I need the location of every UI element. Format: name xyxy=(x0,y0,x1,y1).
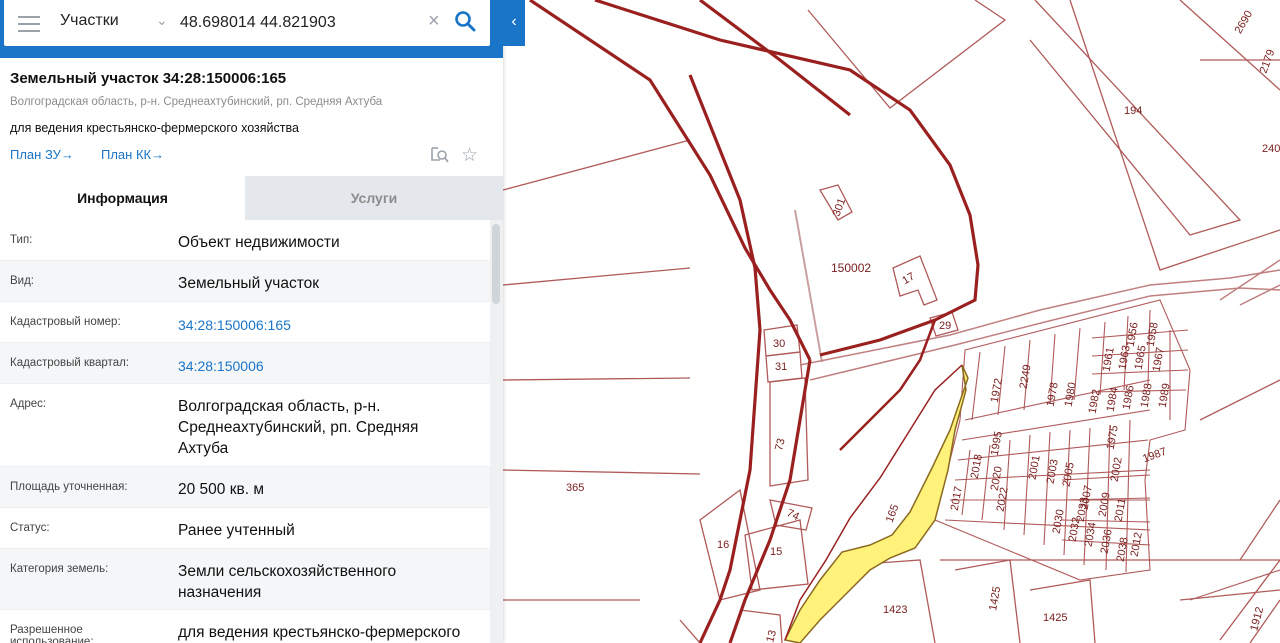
property-value: Земли сельскохозяйственного назначения xyxy=(178,563,397,601)
property-value: 20 500 кв. м xyxy=(178,481,264,498)
map-label: 16 xyxy=(717,539,729,551)
plan-zu-link[interactable]: План ЗУ→ xyxy=(10,147,74,162)
property-row: Кадастровый номер: 34:28:150006:165 xyxy=(0,302,490,343)
tabs: Информация Услуги xyxy=(0,176,503,220)
property-row: Разрешенное использование: для ведения к… xyxy=(0,610,490,643)
property-row: Адрес: Волгоградская область, р-н. Средн… xyxy=(0,384,490,467)
map-label: 1425 xyxy=(1043,612,1067,624)
property-row: Тип: Объект недвижимости xyxy=(0,220,490,261)
map-label: 240 xyxy=(1262,143,1280,155)
map-label: 15 xyxy=(770,546,782,558)
property-value: Волгоградская область, р-н. Среднеахтуби… xyxy=(178,398,419,457)
tab-info[interactable]: Информация xyxy=(0,176,245,220)
property-label: Категория земель: xyxy=(10,563,109,575)
search-icon[interactable] xyxy=(454,10,476,32)
map-label: 31 xyxy=(775,361,787,373)
property-label: Адрес: xyxy=(10,398,47,410)
map-label: 29 xyxy=(939,320,951,332)
properties-list: Тип: Объект недвижимости Вид: Земельный … xyxy=(0,220,490,643)
layer-select[interactable]: Участки xyxy=(60,12,119,30)
property-value: Объект недвижимости xyxy=(178,234,340,251)
search-box: Участки ⌄ × xyxy=(4,0,490,46)
clear-icon[interactable]: × xyxy=(428,10,440,33)
property-label: Тип: xyxy=(10,234,33,246)
property-row: Статус: Ранее учтенный xyxy=(0,508,490,549)
plan-kk-link[interactable]: План КК→ xyxy=(101,147,164,162)
chevron-down-icon[interactable]: ⌄ xyxy=(156,12,168,29)
map-label: 1423 xyxy=(883,604,907,616)
parcel-address: Волгоградская область, р-н. Среднеахтуби… xyxy=(10,96,383,108)
parcel-permitted-use: для ведения крестьянско-фермерского хозя… xyxy=(10,121,299,135)
measure-icon[interactable] xyxy=(430,146,450,164)
property-row: Площадь уточненная: 20 500 кв. м xyxy=(0,467,490,508)
property-label: Разрешенное использование: xyxy=(10,624,94,643)
property-label: Площадь уточненная: xyxy=(10,481,128,493)
property-row: Кадастровый квартал: 34:28:150006 xyxy=(0,343,490,384)
map-label: 194 xyxy=(1124,105,1142,117)
property-label: Вид: xyxy=(10,275,34,287)
cadastral-quarter-link[interactable]: 34:28:150006 xyxy=(178,356,468,377)
map-label: 365 xyxy=(566,482,584,494)
property-value: для ведения крестьянско-фермерского хозя… xyxy=(178,624,461,641)
scrollbar[interactable] xyxy=(490,220,503,643)
property-label: Статус: xyxy=(10,522,50,534)
search-input[interactable] xyxy=(176,8,432,38)
map-label: 30 xyxy=(773,338,785,350)
map-label-quarter: 150002 xyxy=(831,261,871,275)
star-icon[interactable]: ☆ xyxy=(461,144,478,167)
property-row: Вид: Земельный участок xyxy=(0,261,490,302)
property-value: Земельный участок xyxy=(178,275,320,292)
collapse-panel-button[interactable]: ‹ xyxy=(503,0,525,46)
search-bar: Участки ⌄ × xyxy=(0,0,503,58)
cadastral-number-link[interactable]: 34:28:150006:165 xyxy=(178,315,468,336)
property-row: Категория земель: Земли сельскохозяйстве… xyxy=(0,549,490,610)
property-value: Ранее учтенный xyxy=(178,522,295,539)
menu-icon[interactable] xyxy=(18,16,40,32)
property-label: Кадастровый номер: xyxy=(10,316,121,328)
property-label: Кадастровый квартал: xyxy=(10,357,129,369)
scrollbar-thumb[interactable] xyxy=(492,224,500,304)
parcel-title: Земельный участок 34:28:150006:165 xyxy=(10,70,287,87)
tab-services[interactable]: Услуги xyxy=(245,176,503,220)
info-panel: Участки ⌄ × Земельный участок 34:28:1500… xyxy=(0,0,503,643)
